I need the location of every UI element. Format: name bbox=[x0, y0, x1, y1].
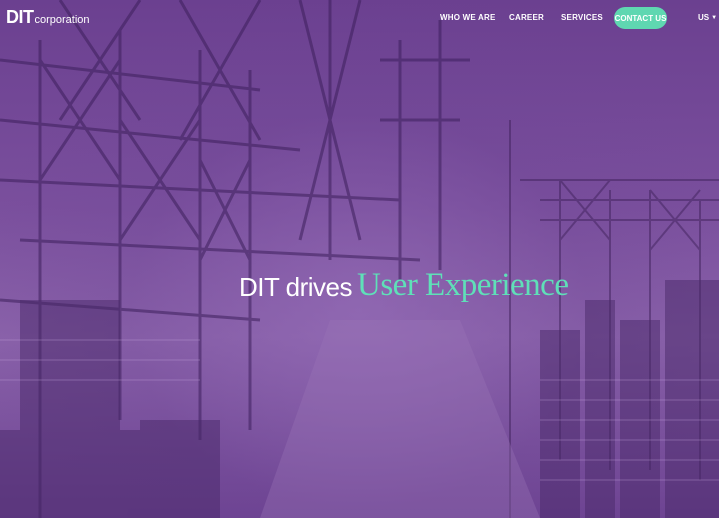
nav-career[interactable]: CAREER bbox=[509, 13, 544, 22]
logo[interactable]: DITcorporation bbox=[6, 7, 90, 28]
logo-main-text: DIT bbox=[6, 7, 34, 27]
contact-us-label: CONTACT US bbox=[614, 13, 667, 23]
language-selector[interactable]: US ▼ bbox=[698, 13, 717, 22]
hero-background bbox=[0, 0, 719, 518]
contact-us-button[interactable]: CONTACT US bbox=[614, 7, 667, 29]
navbar: DITcorporation WHO WE ARE CAREER SERVICE… bbox=[0, 0, 719, 38]
language-label: US bbox=[698, 13, 710, 22]
nav-services[interactable]: SERVICES bbox=[561, 13, 603, 22]
port-cranes-illustration bbox=[0, 0, 719, 518]
logo-sub-text: corporation bbox=[34, 14, 90, 26]
nav-who-we-are[interactable]: WHO WE ARE bbox=[440, 13, 495, 22]
caret-down-icon: ▼ bbox=[711, 15, 718, 21]
